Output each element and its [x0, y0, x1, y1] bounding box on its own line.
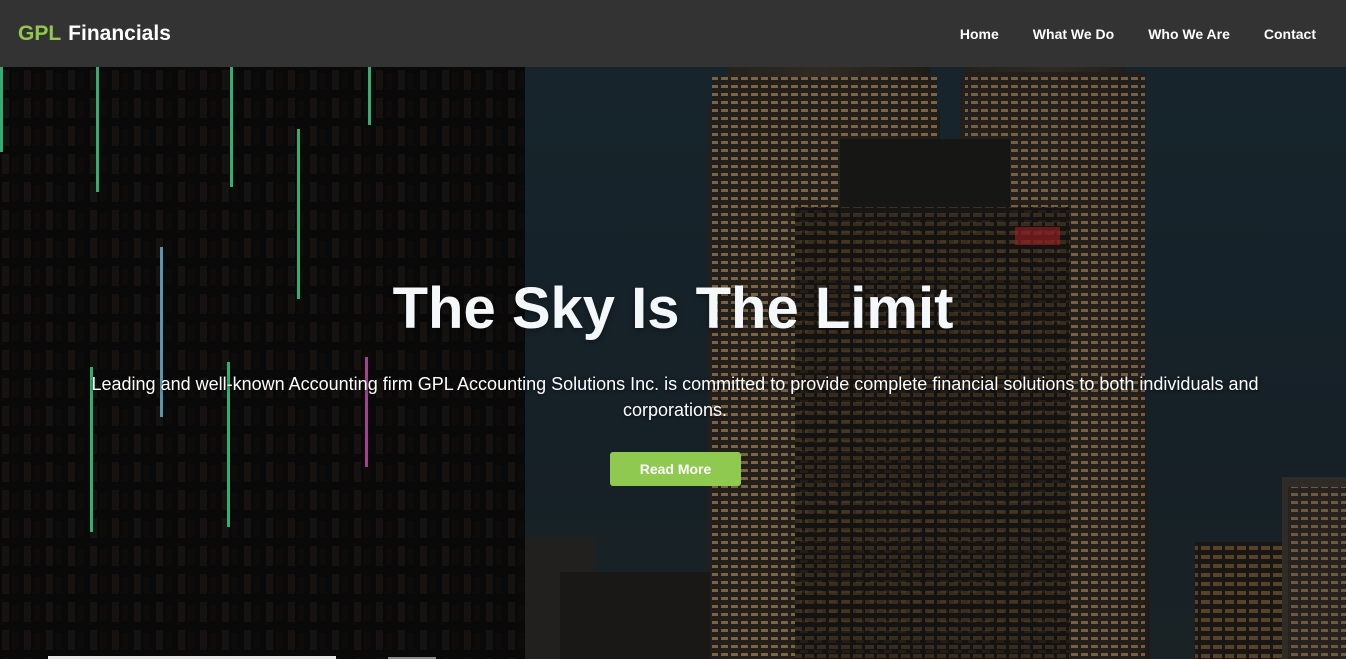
hero-content: The Sky Is The Limit Leading and well-kn… — [0, 67, 1346, 659]
nav-links: Home What We Do Who We Are Contact — [960, 26, 1316, 42]
nav-item-home[interactable]: Home — [960, 26, 999, 42]
hero-subtitle: Leading and well-known Accounting firm G… — [91, 374, 1259, 420]
hero-title: The Sky Is The Limit — [392, 276, 954, 341]
nav-item-what-we-do[interactable]: What We Do — [1033, 26, 1114, 42]
brand-name: Financials — [68, 21, 171, 45]
hero-section: The Sky Is The Limit Leading and well-kn… — [0, 67, 1346, 659]
top-navbar: GPL Financials Home What We Do Who We Ar… — [0, 0, 1346, 67]
brand-accent: GPL — [18, 21, 62, 45]
brand-logo[interactable]: GPL Financials — [18, 22, 171, 46]
nav-item-who-we-are[interactable]: Who We Are — [1148, 26, 1230, 42]
read-more-button[interactable]: Read More — [610, 452, 741, 486]
nav-item-contact[interactable]: Contact — [1264, 26, 1316, 42]
